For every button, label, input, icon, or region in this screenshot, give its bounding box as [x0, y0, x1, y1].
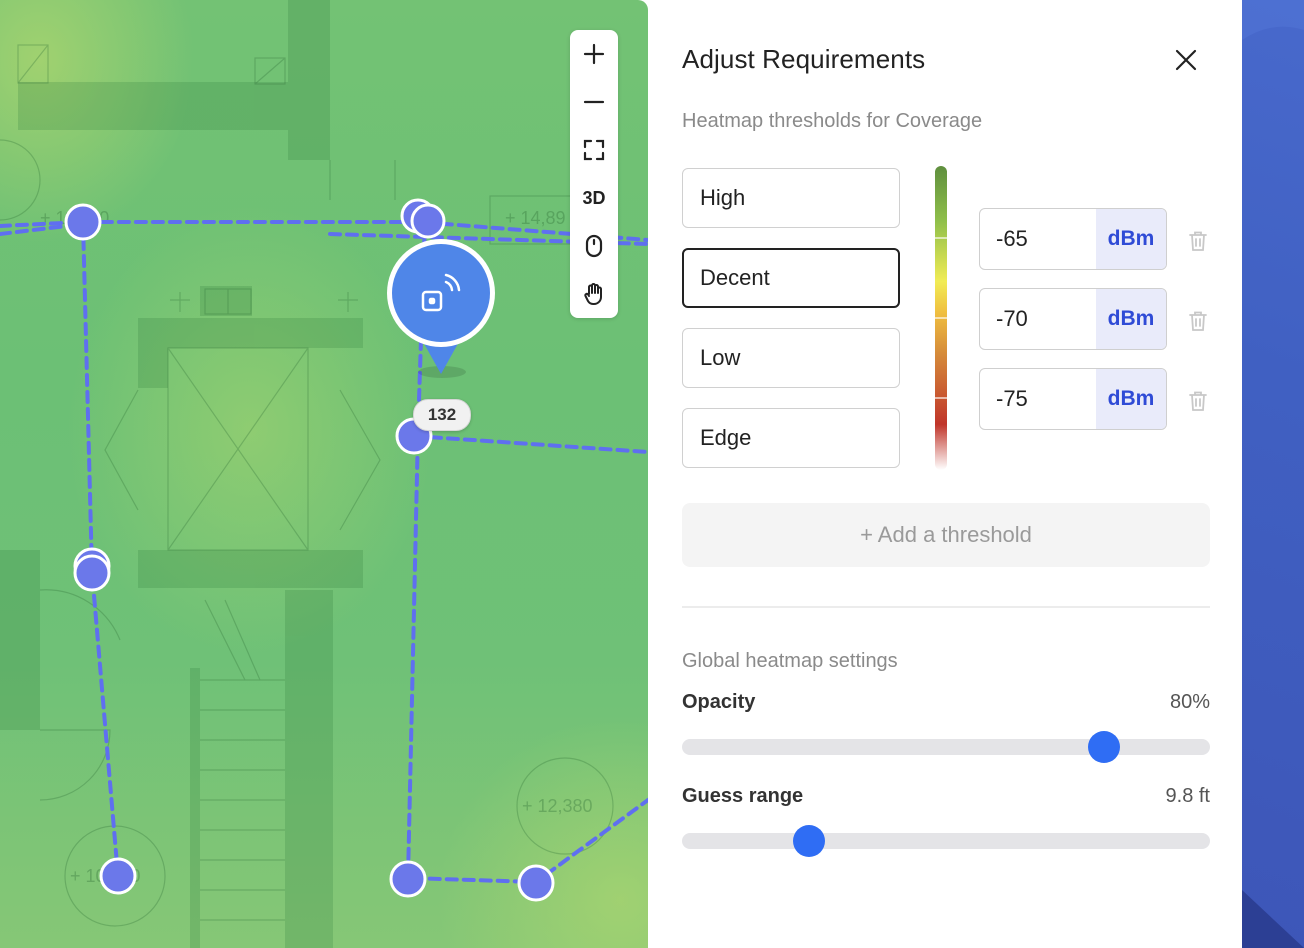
fullscreen-icon: [583, 139, 605, 161]
level-label: Decent: [700, 265, 770, 290]
threshold-unit: dBm: [1096, 369, 1166, 429]
guess-range-value: 9.8 ft: [1165, 785, 1210, 807]
access-point-badge[interactable]: 132: [413, 399, 471, 431]
level-label: Low: [700, 345, 741, 370]
trash-icon: [1189, 391, 1207, 411]
threshold-input-2[interactable]: -70 dBm: [979, 288, 1167, 350]
threshold-unit: dBm: [1096, 209, 1166, 269]
opacity-label: Opacity: [682, 691, 756, 713]
panel-title: Adjust Requirements: [682, 44, 926, 74]
level-label: High: [700, 185, 746, 210]
guess-range-label: Guess range: [682, 785, 804, 807]
threshold-unit: dBm: [1096, 289, 1166, 349]
delete-threshold-button[interactable]: [1188, 390, 1208, 412]
floor-plan-drawing: + 11,360 + 14,89 + 12,380 + 10,360: [0, 0, 648, 948]
threshold-value[interactable]: -70: [996, 289, 1028, 349]
global-settings-heading: Global heatmap settings: [682, 650, 898, 672]
opacity-slider-thumb[interactable]: [1088, 731, 1121, 763]
trash-icon: [1189, 311, 1207, 331]
background-decoration: [1242, 0, 1304, 948]
level-decent[interactable]: Decent: [682, 248, 900, 308]
fit-to-screen-button[interactable]: [570, 130, 618, 170]
mouse-mode-button[interactable]: [570, 226, 618, 266]
thresholds-subtitle: Heatmap thresholds for Coverage: [682, 110, 983, 132]
level-low[interactable]: Low: [682, 328, 900, 388]
survey-point[interactable]: [517, 864, 555, 902]
close-icon: [1175, 49, 1197, 71]
close-button[interactable]: [1170, 44, 1202, 76]
room-label: + 14,89: [505, 208, 566, 228]
view-3d-button[interactable]: 3D: [570, 178, 618, 218]
survey-point[interactable]: [99, 857, 137, 895]
guess-range-slider-thumb[interactable]: [792, 825, 825, 857]
survey-point[interactable]: [410, 203, 446, 239]
level-label: Edge: [700, 425, 752, 450]
opacity-value: 80%: [1169, 691, 1210, 713]
level-edge[interactable]: Edge: [682, 408, 900, 468]
threshold-color-scale: [930, 166, 956, 470]
access-point-marker[interactable]: [387, 239, 495, 378]
guess-range-slider[interactable]: [682, 825, 1210, 857]
delete-threshold-button[interactable]: [1188, 230, 1208, 252]
zoom-out-button[interactable]: [570, 82, 618, 122]
divider: [682, 606, 1210, 608]
threshold-input-1[interactable]: -65 dBm: [979, 208, 1167, 270]
delete-threshold-button[interactable]: [1188, 310, 1208, 332]
survey-point[interactable]: [389, 860, 427, 898]
background-window: [1242, 0, 1304, 948]
minus-icon: [583, 100, 605, 104]
hand-icon: [584, 283, 602, 305]
threshold-value[interactable]: -75: [996, 369, 1028, 429]
threshold-value[interactable]: -65: [996, 209, 1028, 269]
room-label: + 12,380: [522, 796, 593, 816]
trash-icon: [1189, 231, 1207, 251]
pan-mode-button[interactable]: [570, 274, 618, 314]
map-toolbar: 3D: [570, 30, 618, 318]
level-high[interactable]: High: [682, 168, 900, 228]
survey-point[interactable]: [73, 554, 111, 592]
survey-point[interactable]: [64, 203, 102, 241]
threshold-input-3[interactable]: -75 dBm: [979, 368, 1167, 430]
add-threshold-button[interactable]: + Add a threshold: [682, 503, 1210, 567]
mouse-icon: [585, 234, 603, 258]
plus-icon: [583, 43, 605, 65]
zoom-in-button[interactable]: [570, 34, 618, 74]
floor-plan-map[interactable]: + 11,360 + 14,89 + 12,380 + 10,360: [0, 0, 648, 948]
adjust-requirements-panel: Adjust Requirements Heatmap thresholds f…: [648, 0, 1242, 948]
survey-route: [412, 434, 648, 454]
opacity-slider[interactable]: [682, 731, 1210, 763]
